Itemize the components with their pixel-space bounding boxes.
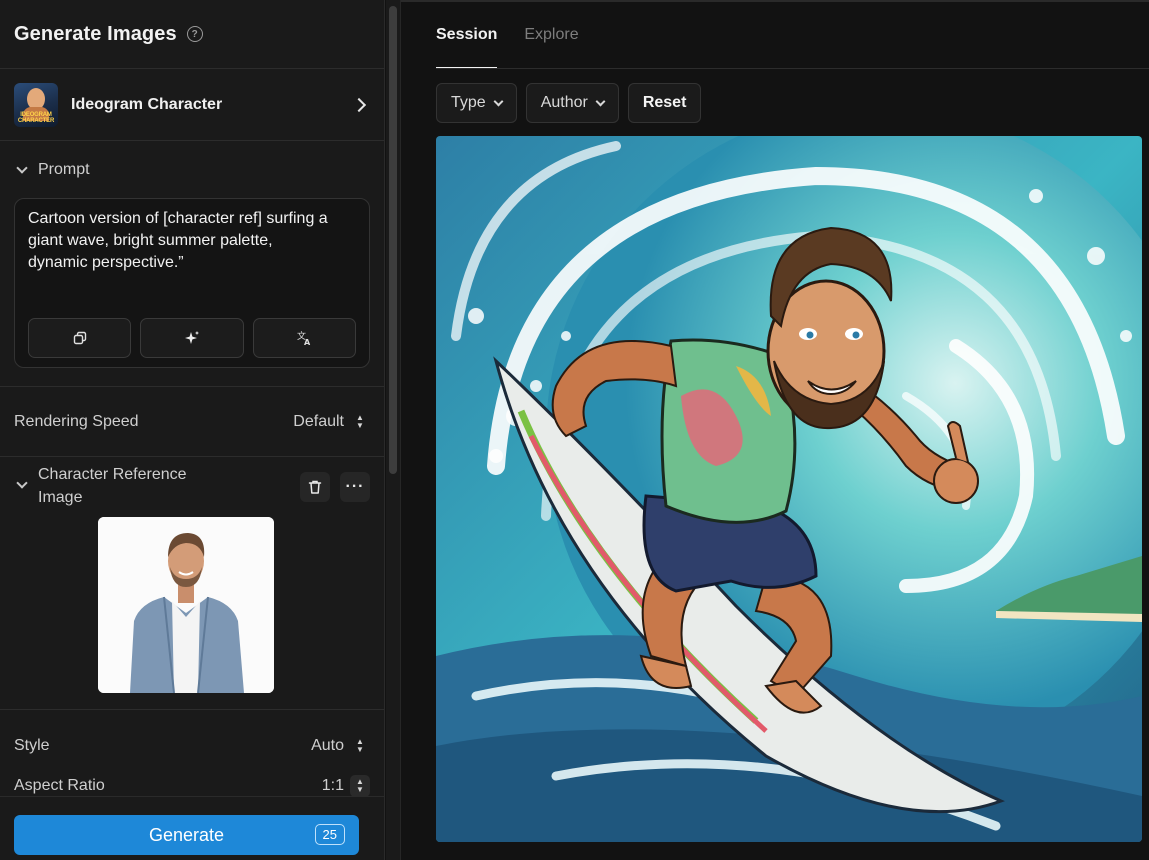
generate-label: Generate — [148, 824, 225, 845]
credit-count-badge: 25 — [314, 824, 345, 845]
rendering-speed-row: Rendering Speed Default ▲ ▼ — [0, 387, 384, 457]
chevron-down-icon[interactable] — [16, 477, 28, 489]
chevron-down-icon — [595, 96, 606, 106]
main-area: Session Explore Type Author Reset — [401, 0, 1149, 860]
copy-prompt-button[interactable] — [28, 318, 132, 358]
more-options-button[interactable]: ··· — [340, 472, 370, 502]
author-filter-button[interactable]: Author — [525, 83, 619, 123]
tab-explore[interactable]: Explore — [524, 0, 578, 69]
help-icon[interactable]: ? — [186, 26, 203, 42]
model-name: Ideogram Character — [71, 95, 223, 113]
sidebar-scrollbar[interactable] — [386, 0, 401, 860]
model-thumbnail: IDEOGRAM CHARACTER — [14, 82, 58, 127]
translate-button[interactable]: 文A — [252, 318, 356, 358]
style-select[interactable]: Auto ▲ ▼ — [311, 735, 370, 757]
chevron-down-icon — [493, 96, 504, 106]
reset-button[interactable]: Reset — [627, 83, 702, 123]
prompt-label: Prompt — [38, 160, 90, 178]
page-title: Generate Images — [14, 22, 177, 45]
prompt-text[interactable]: Cartoon version of [character ref] surfi… — [28, 208, 328, 274]
prompt-toolbar: 文A — [28, 318, 356, 358]
model-selector[interactable]: IDEOGRAM CHARACTER Ideogram Character — [0, 69, 384, 141]
filter-bar: Type Author Reset — [436, 83, 702, 123]
rendering-speed-select[interactable]: Default ▲ ▼ — [293, 411, 370, 433]
character-reference-image[interactable] — [98, 517, 274, 693]
delete-reference-button[interactable] — [300, 472, 330, 502]
aspect-ratio-label: Aspect Ratio — [14, 777, 105, 794]
prompt-input[interactable]: Cartoon version of [character ref] surfi… — [14, 198, 370, 368]
panel-header: Generate Images ? — [0, 0, 384, 69]
aspect-ratio-select[interactable]: 1:1 ▲ ▼ — [322, 775, 370, 797]
rendering-speed-label: Rendering Speed — [14, 412, 139, 430]
generate-button[interactable]: Generate 25 — [14, 815, 359, 855]
magic-sparkle-icon — [184, 331, 199, 344]
aspect-ratio-row: Aspect Ratio 1:1 ▲ ▼ — [0, 775, 384, 797]
style-label: Style — [14, 737, 50, 754]
prompt-toggle[interactable]: Prompt — [14, 141, 370, 198]
translate-icon: 文A — [297, 330, 311, 346]
updown-chevron-icon: ▲ ▼ — [356, 412, 364, 430]
copy-icon — [73, 331, 86, 345]
updown-chevron-icon: ▲ ▼ — [356, 737, 364, 754]
chevron-down-icon — [16, 161, 28, 174]
svg-text:A: A — [304, 338, 311, 346]
updown-chevron-icon: ▲ ▼ — [350, 775, 370, 797]
trash-icon — [308, 480, 322, 494]
character-reference-section: Character Reference Image ··· — [0, 457, 384, 710]
magic-prompt-button[interactable] — [140, 318, 244, 358]
chevron-right-icon — [351, 97, 367, 112]
style-row: Style Auto ▲ ▼ — [0, 710, 384, 782]
left-panel: Generate Images ? IDEOGRAM CHARACTER Ide… — [0, 0, 385, 860]
character-reference-label: Character Reference Image — [38, 466, 187, 506]
generate-bar: Generate 25 — [0, 796, 384, 860]
tab-session[interactable]: Session — [436, 0, 498, 69]
generated-image[interactable] — [436, 136, 1142, 842]
scrollbar-thumb[interactable] — [389, 6, 397, 474]
prompt-section: Prompt Cartoon version of [character ref… — [0, 141, 384, 387]
tab-bar: Session Explore — [436, 0, 579, 69]
type-filter-button[interactable]: Type — [436, 83, 517, 123]
more-icon: ··· — [345, 478, 365, 495]
